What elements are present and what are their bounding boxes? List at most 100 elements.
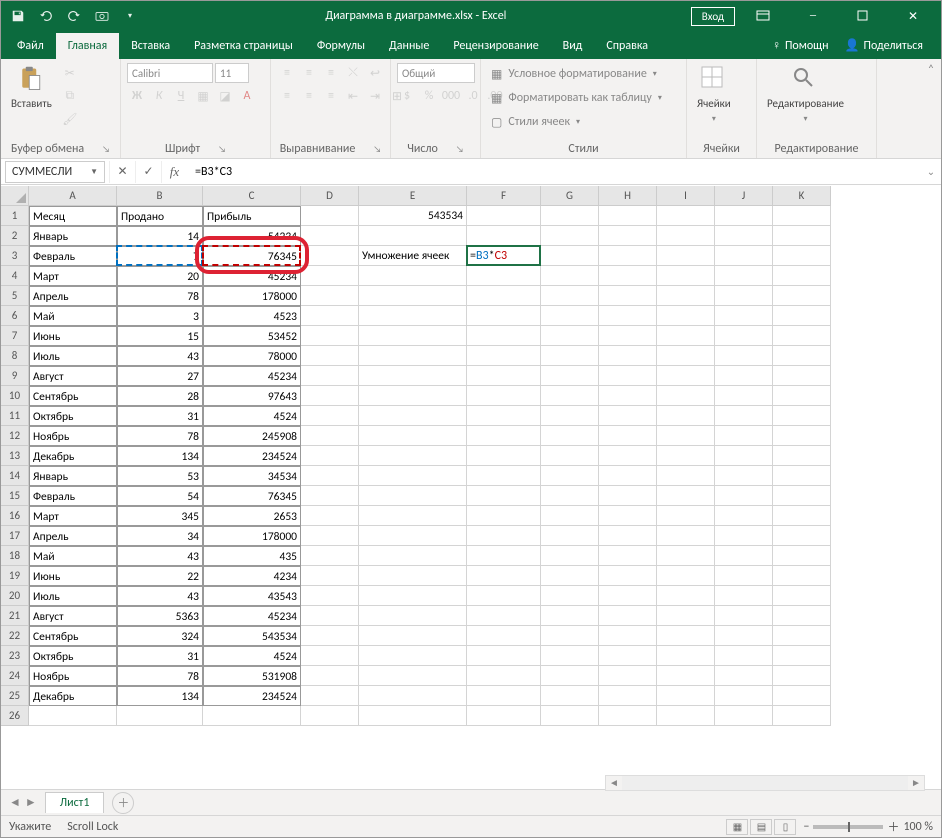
- cell[interactable]: [467, 386, 541, 406]
- column-header[interactable]: C: [203, 186, 301, 206]
- namebox-dropdown-icon[interactable]: ▼: [90, 167, 98, 177]
- cell[interactable]: [301, 706, 359, 726]
- tab-help[interactable]: Справка: [594, 33, 660, 59]
- cell[interactable]: [467, 526, 541, 546]
- increase-indent-icon[interactable]: ⇥: [365, 86, 385, 106]
- cell[interactable]: [599, 646, 657, 666]
- cell[interactable]: [467, 226, 541, 246]
- cell[interactable]: [301, 526, 359, 546]
- row-header[interactable]: 13: [1, 446, 29, 466]
- cell[interactable]: 54: [117, 486, 203, 506]
- cell[interactable]: [657, 326, 715, 346]
- cell[interactable]: [359, 226, 467, 246]
- cell[interactable]: [301, 226, 359, 246]
- cell[interactable]: 3: [117, 306, 203, 326]
- cell[interactable]: [773, 246, 831, 266]
- cell[interactable]: [541, 666, 599, 686]
- cell[interactable]: [773, 226, 831, 246]
- cell[interactable]: [541, 506, 599, 526]
- column-header[interactable]: F: [467, 186, 541, 206]
- cell[interactable]: [541, 526, 599, 546]
- login-button[interactable]: Вход: [691, 7, 735, 26]
- cell[interactable]: [467, 366, 541, 386]
- cell[interactable]: 234524: [203, 686, 301, 706]
- cell[interactable]: [715, 506, 773, 526]
- format-as-table-button[interactable]: ▦Форматировать как таблицу▾: [487, 87, 666, 109]
- cell[interactable]: [657, 526, 715, 546]
- cell[interactable]: [715, 386, 773, 406]
- cell[interactable]: 531908: [203, 666, 301, 686]
- row-header[interactable]: 5: [1, 286, 29, 306]
- cell[interactable]: [467, 446, 541, 466]
- cell[interactable]: 543534: [359, 206, 467, 226]
- cell[interactable]: Октябрь: [29, 406, 117, 426]
- row-header[interactable]: 23: [1, 646, 29, 666]
- cell[interactable]: Сентябрь: [29, 626, 117, 646]
- cell[interactable]: [467, 326, 541, 346]
- format-painter-icon[interactable]: 🖌: [60, 109, 80, 129]
- share-button[interactable]: 👤Поделиться: [839, 36, 929, 55]
- row-header[interactable]: 19: [1, 566, 29, 586]
- cell[interactable]: Умножение ячеек: [359, 246, 467, 266]
- zoom-level[interactable]: 100 %: [903, 820, 933, 834]
- save-icon[interactable]: [9, 7, 27, 25]
- tab-formulas[interactable]: Формулы: [305, 33, 377, 59]
- cell[interactable]: [467, 466, 541, 486]
- cell[interactable]: 78: [117, 666, 203, 686]
- wrap-text-icon[interactable]: ↩: [365, 63, 385, 83]
- cell[interactable]: [773, 366, 831, 386]
- cell[interactable]: [359, 646, 467, 666]
- cell[interactable]: [301, 346, 359, 366]
- align-center-icon[interactable]: ≡: [299, 86, 319, 106]
- formula-bar-input[interactable]: =B3*C3: [187, 161, 921, 183]
- row-header[interactable]: 7: [1, 326, 29, 346]
- cell[interactable]: [467, 506, 541, 526]
- cell[interactable]: 22: [117, 566, 203, 586]
- cell[interactable]: Прибыль: [203, 206, 301, 226]
- editing-button[interactable]: Редактирование▾: [763, 63, 848, 126]
- cell[interactable]: Март: [29, 506, 117, 526]
- cell[interactable]: 14: [117, 226, 203, 246]
- cell[interactable]: [773, 466, 831, 486]
- page-layout-view-icon[interactable]: ▤: [750, 819, 772, 835]
- tab-data[interactable]: Данные: [377, 33, 441, 59]
- row-header[interactable]: 18: [1, 546, 29, 566]
- cell[interactable]: 31: [117, 646, 203, 666]
- cell[interactable]: [773, 566, 831, 586]
- cell[interactable]: [715, 626, 773, 646]
- row-header[interactable]: 3: [1, 246, 29, 266]
- cell[interactable]: 324: [117, 626, 203, 646]
- cell[interactable]: [359, 326, 467, 346]
- cell[interactable]: [541, 486, 599, 506]
- cell[interactable]: [301, 686, 359, 706]
- cell[interactable]: [773, 546, 831, 566]
- cell[interactable]: 2653: [203, 506, 301, 526]
- row-header[interactable]: 8: [1, 346, 29, 366]
- cell[interactable]: [301, 486, 359, 506]
- cell[interactable]: [467, 406, 541, 426]
- cell[interactable]: [715, 546, 773, 566]
- cell[interactable]: [467, 426, 541, 446]
- cell[interactable]: [301, 646, 359, 666]
- italic-icon[interactable]: К: [149, 86, 169, 106]
- cell[interactable]: [773, 286, 831, 306]
- row-header[interactable]: 22: [1, 626, 29, 646]
- sheet-nav-prev-icon[interactable]: ◄: [9, 795, 21, 810]
- cell[interactable]: [657, 566, 715, 586]
- row-header[interactable]: 25: [1, 686, 29, 706]
- cell[interactable]: [301, 506, 359, 526]
- column-header[interactable]: D: [301, 186, 359, 206]
- cell[interactable]: 178000: [203, 526, 301, 546]
- number-format-combo[interactable]: Общий: [397, 63, 475, 83]
- cell[interactable]: 4234: [203, 566, 301, 586]
- cell[interactable]: [657, 586, 715, 606]
- cell[interactable]: [715, 466, 773, 486]
- align-top-icon[interactable]: ≡: [277, 63, 297, 83]
- cell[interactable]: [599, 386, 657, 406]
- cell[interactable]: [773, 506, 831, 526]
- cell[interactable]: 97643: [203, 386, 301, 406]
- row-header[interactable]: 10: [1, 386, 29, 406]
- cell[interactable]: Февраль: [29, 486, 117, 506]
- cell-styles-button[interactable]: ▢Стили ячеек▾: [487, 111, 584, 133]
- cell[interactable]: [657, 306, 715, 326]
